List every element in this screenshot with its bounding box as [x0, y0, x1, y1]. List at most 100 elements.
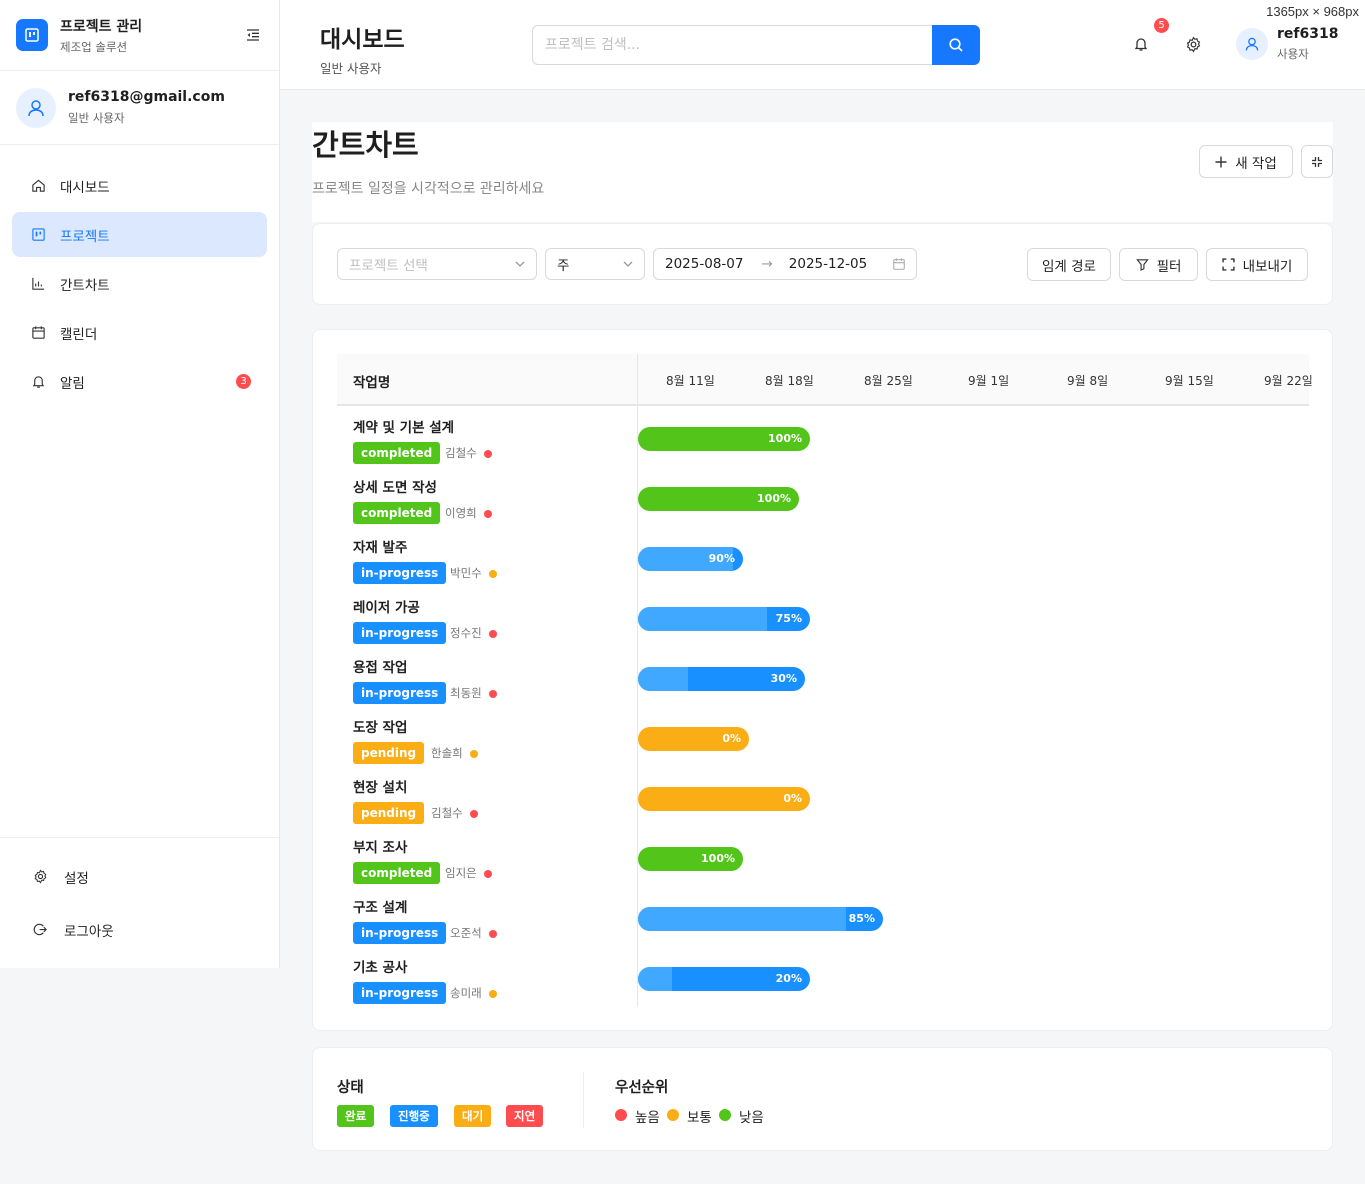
week-label: 8월 11일 [666, 374, 715, 388]
menu-fold-icon[interactable] [243, 25, 263, 45]
notification-badge: 5 [1154, 18, 1169, 33]
project-select-placeholder: 프로젝트 선택 [349, 258, 428, 274]
priority-dot [489, 570, 497, 578]
task-row[interactable]: 레이저 가공 in-progress 정수진 75% [337, 588, 1309, 648]
filter-icon [1135, 259, 1149, 271]
page-description: 프로젝트 일정을 시각적으로 관리하세요 [312, 181, 545, 197]
settings-button[interactable] [1183, 34, 1203, 54]
sidebar-item-settings[interactable]: 설정 [20, 850, 259, 903]
search-bar [532, 25, 980, 65]
project-select[interactable]: 프로젝트 선택 [337, 248, 537, 280]
task-name: 용접 작업 [353, 660, 408, 676]
date-range-picker[interactable]: 2025-08-07 → 2025-12-05 [653, 248, 917, 280]
sidebar-item-label: 알림 [60, 375, 85, 392]
assignee-name: 박민수 [450, 566, 482, 580]
page-title: 간트차트 [312, 128, 419, 162]
filter-bar: 프로젝트 선택 주 2025-08-07 → 2025-12-05 임계 경로 … [312, 223, 1333, 305]
gear-icon [32, 869, 48, 885]
task-row[interactable]: 현장 설치 pending 김철수 0% [337, 768, 1309, 828]
brand-header: 프로젝트 관리 제조업 솔루션 [0, 0, 279, 71]
date-start: 2025-08-07 [665, 256, 744, 272]
progress-label: 30% [770, 672, 797, 685]
task-row[interactable]: 부지 조사 completed 임지은 100% [337, 828, 1309, 888]
sidebar-nav: 대시보드 프로젝트 간트차트 캘린더 알림 3 [0, 145, 279, 426]
user-role: 일반 사용자 [68, 111, 125, 125]
sidebar-item-notifications[interactable]: 알림 3 [12, 359, 267, 404]
search-button[interactable] [932, 25, 980, 65]
assignee-name: 김철수 [445, 446, 477, 460]
user-email: ref6318@gmail.com [68, 89, 225, 105]
user-card: ref6318@gmail.com 일반 사용자 [0, 71, 279, 145]
progress-label: 90% [708, 552, 735, 565]
priority-dot [484, 450, 492, 458]
view-mode-select[interactable]: 주 [545, 248, 645, 280]
task-row[interactable]: 상세 도면 작성 completed 이영희 100% [337, 468, 1309, 528]
sidebar-item-calendar[interactable]: 캘린더 [12, 310, 267, 355]
status-badge: pending [353, 802, 425, 824]
avatar [16, 87, 56, 128]
assignee-name: 최동원 [450, 686, 482, 700]
sidebar-item-gantt[interactable]: 간트차트 [12, 261, 267, 306]
sidebar-item-logout[interactable]: 로그아웃 [20, 903, 259, 956]
priority-medium-dot [667, 1109, 679, 1121]
priority-dot [470, 750, 478, 758]
status-badge: completed [353, 442, 441, 464]
assignee-name: 오준석 [450, 926, 482, 940]
filter-button[interactable]: 필터 [1119, 248, 1198, 281]
calendar-icon [893, 258, 905, 270]
page-title-section: 간트차트 프로젝트 일정을 시각적으로 관리하세요 새 작업 [312, 122, 1333, 222]
export-button[interactable]: 내보내기 [1206, 248, 1308, 281]
task-row[interactable]: 기초 공사 in-progress 송미래 20% [337, 948, 1309, 1008]
legend-status-delayed: 지연 [506, 1105, 544, 1127]
progress-label: 100% [701, 852, 735, 865]
project-icon [30, 227, 46, 243]
sidebar-item-label: 설정 [64, 870, 89, 887]
gantt-bar[interactable]: 30% [638, 667, 805, 691]
gantt-bar[interactable]: 75% [638, 607, 810, 631]
header-title: 대시보드 [320, 27, 405, 53]
gantt-header: 작업명 8월 11일 8월 18일 8월 25일 9월 1일 9월 8일 9월 15일 9월… [337, 354, 1313, 406]
task-row[interactable]: 도장 작업 pending 한솔희 0% [337, 708, 1309, 768]
sidebar-item-label: 프로젝트 [60, 228, 110, 245]
task-name: 구조 설계 [353, 900, 408, 916]
sidebar-item-dashboard[interactable]: 대시보드 [12, 163, 267, 208]
sidebar-item-label: 대시보드 [60, 179, 110, 196]
gantt-bar[interactable]: 90% [638, 547, 743, 571]
priority-dot [484, 870, 492, 878]
task-row[interactable]: 용접 작업 in-progress 최동원 30% [337, 648, 1309, 708]
new-task-label: 새 작업 [1235, 155, 1277, 172]
progress-label: 100% [768, 432, 802, 445]
task-name: 계약 및 기본 설계 [353, 420, 455, 436]
task-row[interactable]: 계약 및 기본 설계 completed 김철수 100% [337, 408, 1309, 468]
sidebar-item-projects[interactable]: 프로젝트 [12, 212, 267, 257]
header-user-role: 사용자 [1277, 47, 1309, 61]
legend-priority-title: 우선순위 [615, 1080, 669, 1096]
task-row[interactable]: 자재 발주 in-progress 박민수 90% [337, 528, 1309, 588]
priority-dot [470, 810, 478, 818]
gantt-bar[interactable]: 100% [638, 427, 810, 451]
fullscreen-exit-button[interactable] [1301, 145, 1333, 178]
gantt-bar[interactable]: 100% [638, 847, 743, 871]
gantt-bar[interactable]: 85% [638, 907, 883, 931]
priority-low-label: 낮음 [739, 1110, 764, 1126]
task-row[interactable]: 구조 설계 in-progress 오준석 85% [337, 888, 1309, 948]
progress-label: 20% [775, 972, 802, 985]
gantt-bar[interactable]: 0% [638, 727, 749, 751]
user-icon [1245, 37, 1259, 51]
gantt-bar[interactable]: 20% [638, 967, 810, 991]
header-user-menu[interactable]: ref6318 사용자 [1236, 26, 1338, 62]
progress-label: 0% [722, 732, 741, 745]
search-input[interactable] [532, 25, 932, 65]
gantt-bar[interactable]: 0% [638, 787, 810, 811]
new-task-button[interactable]: 새 작업 [1199, 145, 1293, 178]
chevron-down-icon [623, 261, 633, 267]
task-name: 현장 설치 [353, 780, 408, 796]
notification-bell-button[interactable] [1131, 34, 1151, 54]
critical-path-button[interactable]: 임계 경로 [1027, 248, 1111, 281]
top-header: 대시보드 일반 사용자 5 ref6318 사용자 1365px × 968px [280, 0, 1365, 90]
gear-icon [1186, 36, 1200, 52]
gantt-bar[interactable]: 100% [638, 487, 799, 511]
header-user-name: ref6318 [1277, 26, 1339, 42]
compress-icon [1312, 156, 1322, 167]
status-badge: in-progress [353, 682, 447, 704]
